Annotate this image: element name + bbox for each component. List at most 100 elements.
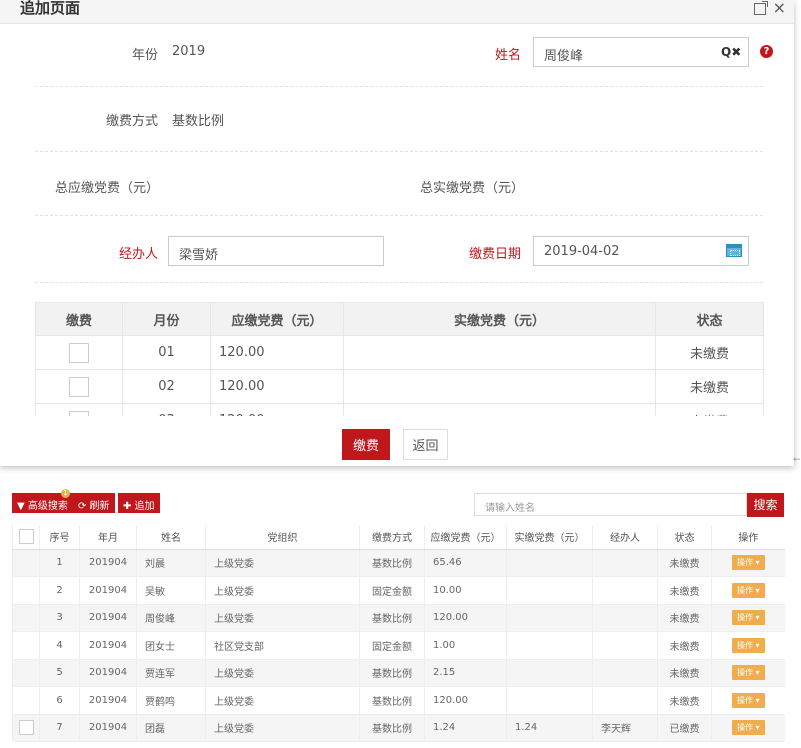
handler-input[interactable]: 梁雪娇	[168, 236, 384, 266]
select-all-checkbox[interactable]	[18, 529, 34, 545]
status-cell: 未缴费	[657, 631, 712, 660]
date-input[interactable]: 2019-04-02	[533, 236, 749, 266]
no-cell: 3	[39, 604, 80, 632]
name-input[interactable]: 周俊峰	[533, 37, 749, 67]
calendar-icon[interactable]	[726, 244, 742, 257]
ym-cell: 201904	[79, 549, 137, 577]
date-input-value: 2019-04-02	[544, 244, 620, 259]
form-divider	[35, 215, 763, 216]
name-cell: 刘晨	[136, 549, 206, 577]
org-cell: 上级党委	[205, 576, 360, 605]
handler-input-value: 梁雪娇	[179, 248, 219, 263]
table-row: 02 120.00 未缴费	[35, 369, 764, 404]
col-header: 实缴党费（元）	[506, 525, 593, 550]
form-divider	[35, 151, 763, 152]
method-cell: 固定金额	[359, 631, 425, 660]
handler-cell	[592, 549, 658, 577]
row-action-button[interactable]: 操作 ▾	[731, 582, 765, 598]
table-row[interactable]: 7 201904 团磊 上级党委 基数比例 1.24 1.24 李天辉 已缴费 操作 ▾	[12, 714, 785, 742]
org-cell: 上级党委	[205, 604, 360, 632]
add-button[interactable]: ✚ 追加	[118, 493, 160, 513]
year-label: 年份	[132, 48, 159, 63]
row-action-button[interactable]: 操作 ▾	[731, 665, 765, 681]
method-cell: 基数比例	[359, 659, 425, 687]
ym-cell: 201904	[79, 714, 137, 742]
name-cell: 吴敏	[136, 576, 206, 605]
no-cell: 1	[39, 549, 80, 577]
paid-cell	[506, 631, 593, 660]
paid-cell	[506, 686, 593, 715]
org-cell: 社区党支部	[205, 631, 360, 660]
status-cell: 未缴费	[657, 659, 712, 687]
back-button[interactable]: 返回	[403, 429, 448, 460]
status-cell: 未缴费	[657, 686, 712, 715]
table-row[interactable]: 5 201904 贾连军 上级党委 基数比例 2.15 未缴费 操作 ▾	[12, 659, 785, 687]
row-action-button[interactable]: 操作 ▾	[731, 637, 765, 653]
method-cell: 基数比例	[359, 604, 425, 632]
resize-arrow-icon: ←	[793, 455, 801, 465]
modal-form-body[interactable]: 年份 2019 姓名 周俊峰 Q✖ ? 缴费方式 基数比例 总应缴党费（元） 总…	[0, 24, 794, 416]
col-header: 应缴党费（元）	[424, 525, 507, 550]
no-cell: 6	[39, 686, 80, 715]
name-cell: 周俊峰	[136, 604, 206, 632]
method-label: 缴费方式	[106, 114, 159, 129]
form-divider	[35, 282, 763, 283]
status-cell: 未缴费	[657, 576, 712, 605]
pay-checkbox[interactable]	[69, 376, 89, 397]
paid-cell	[506, 549, 593, 577]
due-cell: 2.15	[424, 659, 507, 687]
handler-cell	[592, 659, 658, 687]
pay-checkbox[interactable]	[69, 342, 89, 363]
table-row[interactable]: 2 201904 吴敏 上级党委 固定金额 10.00 未缴费 操作 ▾	[12, 576, 785, 605]
table-row[interactable]: 6 201904 贾鹤鸣 上级党委 基数比例 120.00 未缴费 操作 ▾	[12, 686, 785, 715]
due-cell: 120.00	[210, 403, 344, 416]
due-cell: 120.00	[424, 686, 507, 715]
status-cell: 未缴费	[655, 369, 764, 404]
paid-cell[interactable]	[343, 369, 656, 404]
row-action-button[interactable]: 操作 ▾	[731, 692, 765, 708]
col-header: 姓名	[136, 525, 206, 550]
method-cell: 固定金额	[359, 576, 425, 605]
handler-cell	[592, 686, 658, 715]
search-button[interactable]: 搜索	[747, 493, 784, 517]
handler-cell: 李天辉	[592, 714, 658, 742]
name-search-icon[interactable]: Q✖	[721, 45, 741, 59]
org-cell: 上级党委	[205, 714, 360, 742]
table-row[interactable]: 4 201904 团女士 社区党支部 固定金额 1.00 未缴费 操作 ▾	[12, 631, 785, 660]
paid-cell[interactable]	[343, 335, 656, 370]
no-cell: 5	[39, 659, 80, 687]
row-action-button[interactable]: 操作 ▾	[731, 720, 765, 736]
table-row: 03 120.00 未缴费	[35, 403, 764, 416]
maximize-icon[interactable]	[754, 1, 768, 15]
table-row[interactable]: 3 201904 周俊峰 上级党委 基数比例 120.00 未缴费 操作 ▾	[12, 604, 785, 632]
refresh-button[interactable]: ⟳ 刷新	[73, 493, 115, 513]
due-cell: 1.24	[424, 714, 507, 742]
name-input-value: 周俊峰	[544, 49, 584, 64]
close-icon[interactable]: ×	[773, 0, 786, 17]
row-action-button[interactable]: 操作 ▾	[731, 555, 765, 571]
row-action-button[interactable]: 操作 ▾	[731, 610, 765, 626]
table-row[interactable]: 1 201904 刘晨 上级党委 基数比例 65.46 未缴费 操作 ▾	[12, 549, 785, 577]
handler-label: 经办人	[119, 247, 159, 262]
due-cell: 120.00	[424, 604, 507, 632]
name-cell: 团磊	[136, 714, 206, 742]
paid-cell[interactable]	[343, 403, 656, 416]
table-header-row: 序号 年月 姓名 党组织 缴费方式 应缴党费（元） 实缴党费（元） 经办人 状态…	[12, 525, 785, 550]
ym-cell: 201904	[79, 604, 137, 632]
col-header: 缴费方式	[359, 525, 425, 550]
name-label: 姓名	[495, 48, 522, 63]
org-cell: 上级党委	[205, 686, 360, 715]
filter-count-badge: 1	[61, 489, 70, 498]
name-search-input[interactable]: 请输入姓名	[474, 493, 747, 516]
handler-cell	[592, 604, 658, 632]
month-cell: 03	[122, 403, 211, 416]
due-cell: 1.00	[424, 631, 507, 660]
col-header: 党组织	[205, 525, 360, 550]
org-cell: 上级党委	[205, 659, 360, 687]
date-label: 缴费日期	[469, 247, 522, 262]
row-checkbox[interactable]	[18, 720, 34, 736]
pay-button[interactable]: 缴费	[342, 429, 390, 460]
modal-footer: 缴费 返回	[0, 416, 794, 466]
help-icon[interactable]: ?	[760, 45, 773, 58]
table-header-row: 缴费 月份 应缴党费（元） 实缴党费（元） 状态	[35, 302, 764, 336]
